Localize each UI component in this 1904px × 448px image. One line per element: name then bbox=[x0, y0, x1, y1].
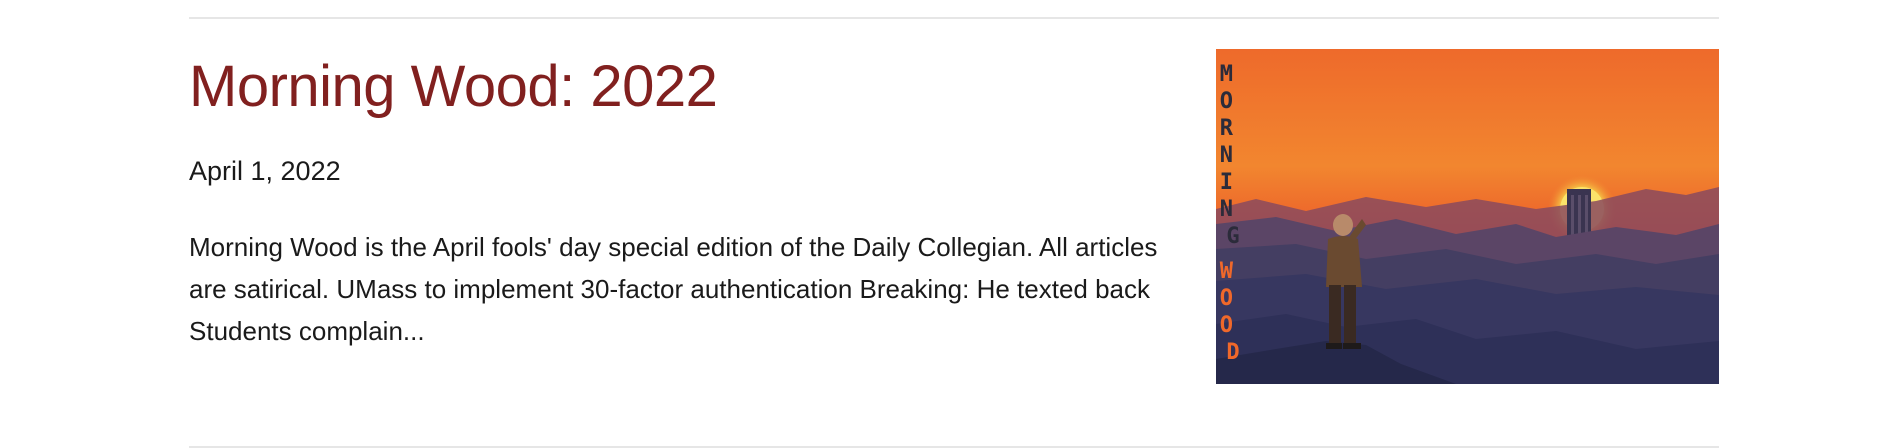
article-thumbnail-link[interactable]: M O R N I N G W O O D bbox=[1216, 49, 1719, 384]
article-card: Morning Wood: 2022 April 1, 2022 Morning… bbox=[189, 49, 1719, 385]
article-excerpt: Morning Wood is the April fools' day spe… bbox=[189, 232, 1158, 346]
top-divider bbox=[189, 17, 1719, 19]
image-vertical-text-top: M O R N I N G bbox=[1220, 62, 1247, 249]
article-thumbnail-image: M O R N I N G W O O D bbox=[1216, 49, 1719, 384]
article-date: April 1, 2022 bbox=[189, 156, 341, 186]
article-title-link[interactable]: Morning Wood: 2022 bbox=[189, 49, 718, 125]
